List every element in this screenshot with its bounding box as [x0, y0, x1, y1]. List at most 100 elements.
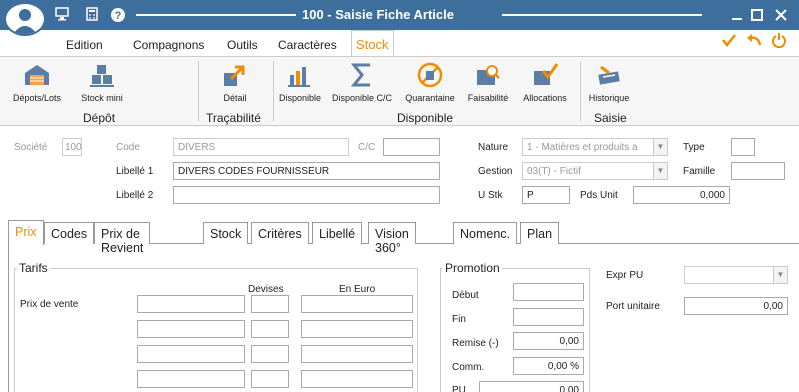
prix-devise-field[interactable]	[251, 370, 289, 388]
calculator-icon[interactable]	[84, 7, 100, 23]
box-check-icon	[531, 61, 559, 89]
tab-plan[interactable]: Plan	[520, 222, 560, 244]
menu-outils[interactable]: Outils	[227, 38, 258, 52]
power-icon[interactable]	[771, 32, 787, 53]
tab-nomenc[interactable]: Nomenc.	[453, 222, 518, 244]
menu-edition[interactable]: Edition	[66, 38, 103, 52]
nature-select[interactable]: 1 - Matières et produits a ▼	[522, 138, 668, 156]
close-button[interactable]	[772, 6, 790, 24]
menu-caracteres[interactable]: Caractères	[278, 38, 337, 52]
gestion-select[interactable]: 03(T) - Fictif ▼	[522, 162, 668, 180]
prix-amount-field[interactable]	[137, 320, 245, 338]
societe-label: Société	[14, 142, 48, 153]
tab-stock[interactable]: Stock	[203, 222, 249, 244]
societe-field[interactable]: 100	[62, 138, 82, 156]
ribbon-separator	[198, 61, 199, 121]
tab-prix[interactable]: Prix	[8, 220, 44, 245]
comm-field[interactable]: 0,00 %	[513, 357, 584, 375]
remise-field[interactable]: 0,00	[513, 332, 584, 350]
pu-field[interactable]: 0,00	[479, 381, 584, 392]
type-label: Type	[683, 142, 705, 153]
euro-column-header: En Euro	[339, 284, 376, 295]
detail-button[interactable]: Détail	[216, 61, 254, 103]
debut-label: Début	[452, 290, 479, 301]
disponible-button[interactable]: Disponible	[276, 61, 324, 103]
prix-euro-field[interactable]	[301, 320, 413, 338]
quarantaine-label: Quarantaine	[405, 93, 455, 103]
menu-stock[interactable]: Stock	[351, 30, 394, 57]
type-field[interactable]	[731, 138, 755, 156]
bar-chart-icon	[286, 61, 314, 89]
menu-bar: Edition Compagnons Outils Caractères Sto…	[0, 30, 799, 57]
historique-button[interactable]: Historique	[586, 61, 632, 103]
tab-criteres[interactable]: Critères	[251, 222, 309, 244]
historique-label: Historique	[588, 93, 630, 103]
debut-field[interactable]	[513, 283, 584, 301]
menu-compagnons[interactable]: Compagnons	[133, 38, 204, 52]
maximize-button[interactable]	[748, 6, 766, 24]
pdsunit-label: Pds Unit	[580, 190, 618, 201]
validate-icon[interactable]	[721, 32, 737, 53]
minimize-button[interactable]	[728, 6, 746, 24]
title-line-right	[502, 14, 702, 16]
title-line-left	[136, 14, 296, 16]
user-avatar-icon[interactable]	[4, 2, 46, 36]
tab-vision-360[interactable]: Vision 360°	[368, 222, 416, 255]
tab-prix-de-revient[interactable]: Prix de Revient	[94, 222, 151, 255]
prix-amount-field[interactable]	[137, 295, 245, 313]
libelle1-label: Libellé 1	[116, 166, 154, 177]
expr-pu-select[interactable]: ▼	[684, 266, 788, 284]
undo-icon[interactable]	[746, 32, 762, 53]
code-label: Code	[116, 142, 140, 153]
detail-label: Détail	[223, 93, 247, 103]
chevron-down-icon[interactable]: ▼	[653, 163, 667, 179]
tarifs-title: Tarifs	[17, 261, 50, 275]
prix-euro-field[interactable]	[301, 345, 413, 363]
depots-lots-label: Dépots/Lots	[12, 93, 62, 103]
prix-amount-field[interactable]	[137, 345, 245, 363]
pdsunit-field[interactable]: 0,000	[633, 186, 730, 204]
group-saisie-label: Saisie	[594, 111, 627, 125]
boxes-icon	[88, 61, 116, 89]
fin-label: Fin	[452, 314, 466, 325]
tab-libelle[interactable]: Libellé	[312, 222, 363, 244]
quarantine-icon	[416, 61, 444, 89]
search-box-icon	[474, 61, 502, 89]
prix-amount-field[interactable]	[137, 370, 245, 388]
disponible-cc-button[interactable]: Disponible C/C	[328, 61, 396, 103]
faisabilite-button[interactable]: Faisabilité	[464, 61, 512, 103]
group-disponible-label: Disponible	[397, 111, 454, 125]
tab-codes[interactable]: Codes	[44, 222, 95, 244]
help-icon[interactable]: ?	[110, 7, 126, 23]
famille-label: Famille	[683, 166, 716, 177]
prix-devise-field[interactable]	[251, 345, 289, 363]
famille-field[interactable]	[731, 162, 785, 180]
port-unitaire-field[interactable]: 0,00	[684, 297, 788, 315]
fin-field[interactable]	[513, 308, 584, 326]
quarantaine-button[interactable]: Quarantaine	[402, 61, 458, 103]
libelle2-label: Libellé 2	[116, 190, 154, 201]
chevron-down-icon[interactable]: ▼	[773, 267, 787, 283]
ustk-label: U Stk	[478, 190, 503, 201]
monitor-icon[interactable]	[54, 7, 70, 23]
pu-label: PU	[452, 385, 466, 392]
code-field[interactable]: DIVERS	[173, 138, 349, 156]
detail-arrow-icon	[221, 61, 249, 89]
ustk-field[interactable]: P	[522, 186, 570, 204]
prix-devise-field[interactable]	[251, 320, 289, 338]
libelle1-field[interactable]: DIVERS CODES FOURNISSEUR	[173, 162, 440, 180]
allocations-button[interactable]: Allocations	[518, 61, 572, 103]
chevron-down-icon[interactable]: ▼	[653, 139, 667, 155]
remise-label: Remise (-)	[452, 338, 499, 349]
warehouse-icon	[23, 61, 51, 89]
prix-euro-field[interactable]	[301, 295, 413, 313]
cc-label: C/C	[358, 142, 376, 153]
depots-lots-button[interactable]: Dépots/Lots	[8, 61, 66, 103]
prix-devise-field[interactable]	[251, 295, 289, 313]
group-tracabilite-label: Traçabilité	[206, 111, 261, 125]
prix-euro-field[interactable]	[301, 370, 413, 388]
libelle2-field[interactable]	[173, 186, 440, 204]
group-depot-label: Dépôt	[83, 111, 116, 125]
cc-field[interactable]	[383, 138, 440, 156]
stock-mini-button[interactable]: Stock mini	[76, 61, 128, 103]
